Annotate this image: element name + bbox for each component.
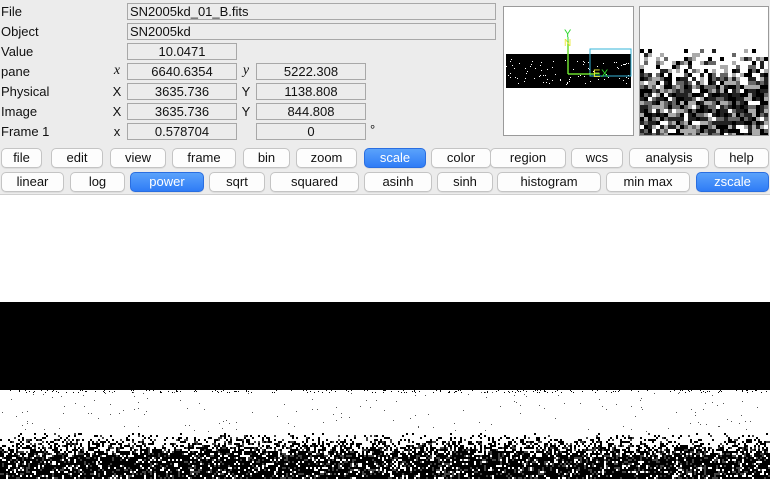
object-field: SN2005kd bbox=[127, 23, 496, 40]
physical-y-label: Y bbox=[241, 84, 251, 99]
frame-row: Frame 1 x 0.578704 0 ° bbox=[0, 122, 500, 142]
scale-squared-button[interactable]: squared bbox=[270, 172, 359, 192]
main-menu-bar: file edit view frame bin zoom scale colo… bbox=[0, 146, 770, 170]
menu-help-button[interactable]: help bbox=[714, 148, 769, 168]
pane-row: pane x 6640.6354 y 5222.308 bbox=[0, 62, 500, 82]
magnifier-image bbox=[640, 49, 768, 135]
menu-analysis-button[interactable]: analysis bbox=[629, 148, 709, 168]
image-display-canvas[interactable] bbox=[0, 195, 770, 479]
info-panel: File SN2005kd_01_B.fits Object SN2005kd … bbox=[0, 0, 500, 146]
physical-row: Physical X 3635.736 Y 1138.808 bbox=[0, 82, 500, 102]
object-label: Object bbox=[1, 24, 39, 39]
value-row: Value 10.0471 bbox=[0, 42, 500, 62]
scale-zscale-button[interactable]: zscale bbox=[696, 172, 769, 192]
pane-x-field: 6640.6354 bbox=[127, 63, 237, 80]
physical-x-label: X bbox=[112, 84, 122, 99]
menu-color-button[interactable]: color bbox=[431, 148, 491, 168]
compass-e-text: E bbox=[593, 68, 600, 80]
physical-x-field: 3635.736 bbox=[127, 83, 237, 100]
menu-file-button[interactable]: file bbox=[1, 148, 42, 168]
object-row: Object SN2005kd bbox=[0, 22, 500, 42]
degree-unit: ° bbox=[370, 122, 376, 137]
menu-bin-button[interactable]: bin bbox=[243, 148, 290, 168]
physical-y-field: 1138.808 bbox=[256, 83, 366, 100]
file-row: File SN2005kd_01_B.fits bbox=[0, 2, 500, 22]
image-x-field: 3635.736 bbox=[127, 103, 237, 120]
file-label: File bbox=[1, 4, 22, 19]
scale-sqrt-button[interactable]: sqrt bbox=[209, 172, 265, 192]
scale-linear-button[interactable]: linear bbox=[1, 172, 64, 192]
frame-angle-field: 0 bbox=[256, 123, 366, 140]
value-label: Value bbox=[1, 44, 34, 59]
scale-histogram-button[interactable]: histogram bbox=[497, 172, 601, 192]
physical-label: Physical bbox=[1, 84, 50, 99]
panner-image: Y N E X bbox=[506, 28, 632, 88]
pixel-value-field: 10.0471 bbox=[127, 43, 237, 60]
pane-label: pane bbox=[1, 64, 30, 79]
scale-power-button[interactable]: power bbox=[130, 172, 204, 192]
scale-button-bar: linear log power sqrt squared asinh sinh… bbox=[0, 170, 770, 194]
image-y-label: Y bbox=[241, 104, 251, 119]
menu-view-button[interactable]: view bbox=[110, 148, 166, 168]
scale-minmax-button[interactable]: min max bbox=[606, 172, 690, 192]
magnifier-view bbox=[639, 6, 769, 136]
image-row: Image X 3635.736 Y 844.808 bbox=[0, 102, 500, 122]
frame-x-label: x bbox=[113, 124, 121, 139]
scale-log-button[interactable]: log bbox=[70, 172, 125, 192]
compass-x-text: X bbox=[601, 68, 609, 80]
pane-y-label: y bbox=[242, 63, 250, 78]
menu-zoom-button[interactable]: zoom bbox=[296, 148, 357, 168]
scale-asinh-button[interactable]: asinh bbox=[364, 172, 432, 192]
image-y-field: 844.808 bbox=[256, 103, 366, 120]
menu-frame-button[interactable]: frame bbox=[172, 148, 236, 168]
panner-view[interactable]: Y N E X bbox=[503, 6, 634, 136]
menu-scale-button[interactable]: scale bbox=[364, 148, 426, 168]
image-dark-band bbox=[0, 302, 770, 390]
frame-zoom-field: 0.578704 bbox=[127, 123, 237, 140]
image-noise bbox=[0, 385, 770, 479]
compass-n-text: N bbox=[564, 38, 571, 49]
scale-sinh-button[interactable]: sinh bbox=[437, 172, 493, 192]
menu-edit-button[interactable]: edit bbox=[51, 148, 103, 168]
pane-y-field: 5222.308 bbox=[256, 63, 366, 80]
pane-x-label: x bbox=[113, 63, 121, 78]
image-label: Image bbox=[1, 104, 38, 119]
menu-wcs-button[interactable]: wcs bbox=[571, 148, 623, 168]
fits-image bbox=[0, 302, 770, 479]
frame-label: Frame 1 bbox=[1, 124, 50, 139]
menu-region-button[interactable]: region bbox=[490, 148, 566, 168]
image-x-label: X bbox=[112, 104, 122, 119]
file-field: SN2005kd_01_B.fits bbox=[127, 3, 496, 20]
